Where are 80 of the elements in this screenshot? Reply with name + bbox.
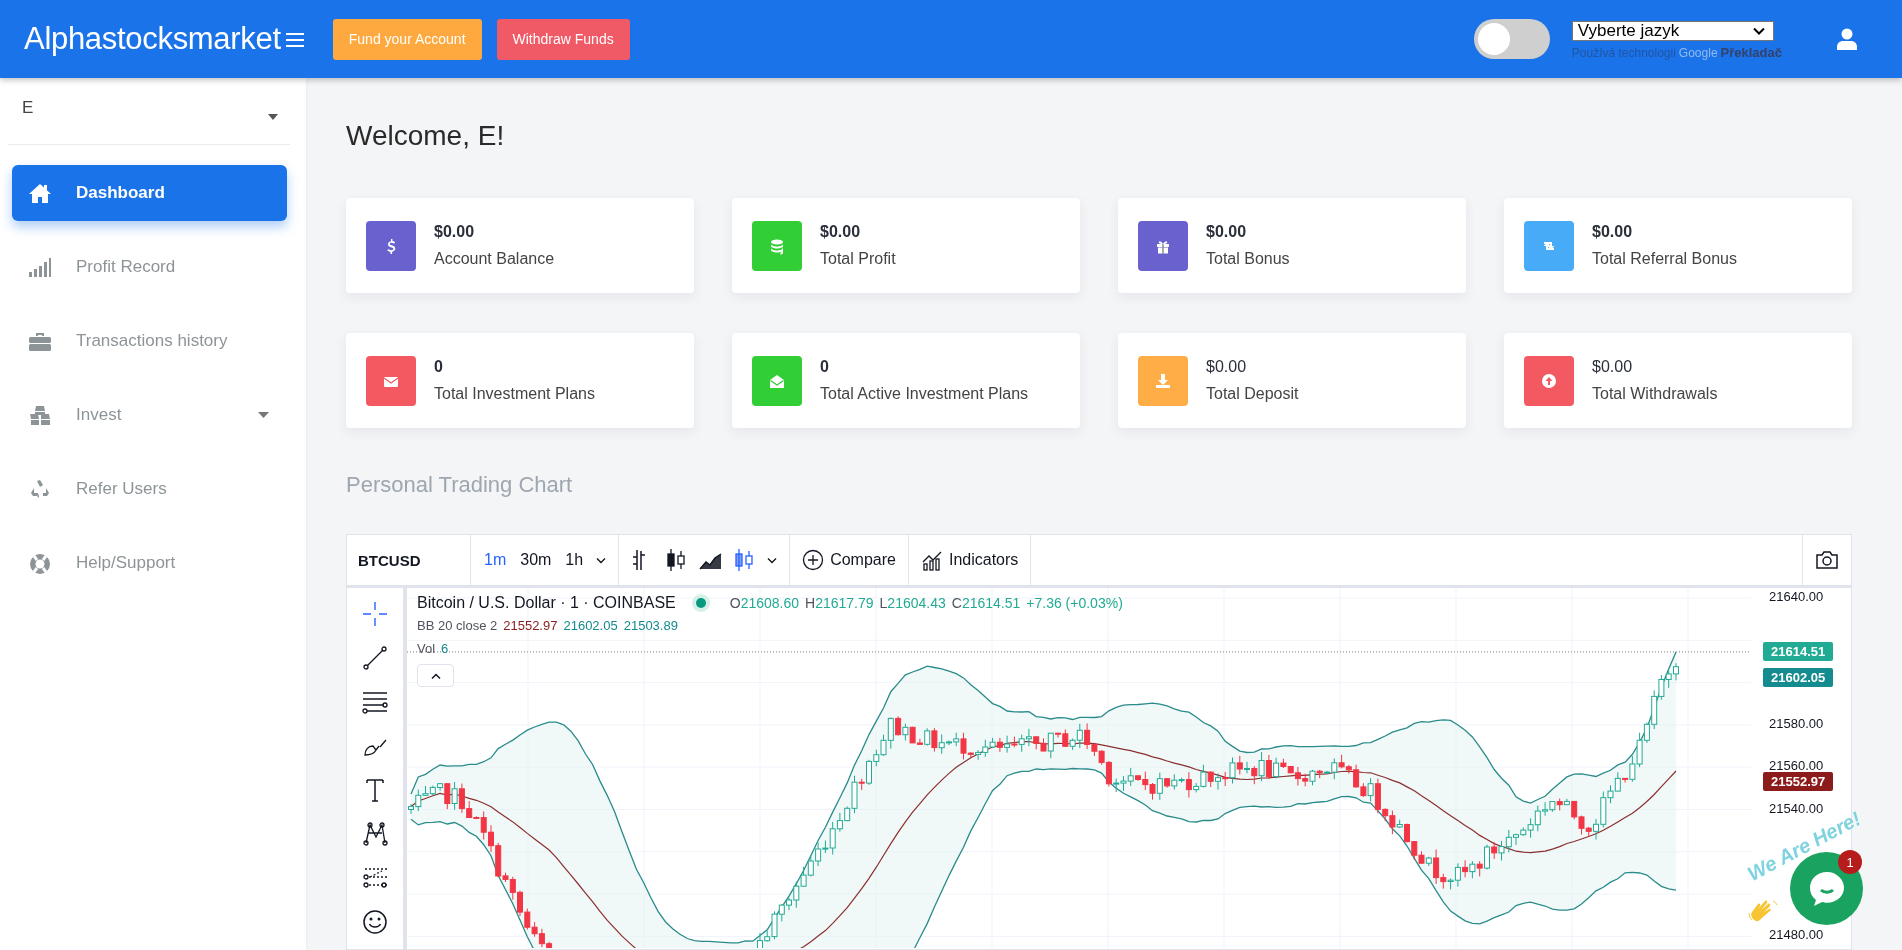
sidebar-item[interactable]: Profit Record [12,239,287,295]
price-tag: 21614.51 [1763,641,1834,661]
ohlc-value: O21608.60 [729,595,800,611]
cubes-icon [28,403,52,427]
horizontal-lines-icon[interactable] [362,689,388,715]
interval-button[interactable]: 1m [479,547,512,573]
price-change: +7.36 (+0.03%) [1026,595,1123,611]
section-heading: Personal Trading Chart [346,472,574,498]
volume-label: Vol [417,641,436,656]
signal-bars-icon [28,255,52,279]
symbol-search[interactable]: BTCUSD [347,535,471,585]
volume-value: 6 [441,641,449,656]
chart-title: Bitcoin / U.S. Dollar · 1 · COINBASE [417,594,676,612]
download-icon [1154,371,1172,390]
stat-value: $0.00 [820,223,862,241]
stat-value: $0.00 [1206,358,1248,376]
user-icon[interactable] [1836,28,1858,50]
stat-label: Total Deposit [1206,385,1299,403]
indicator-value: 21602.05 [563,618,618,633]
price-axis-label: 21540.00 [1769,800,1824,816]
welcome-heading: Welcome, E! [346,120,506,152]
sidebar-item[interactable]: Dashboard [12,165,287,221]
notification-badge: 1 [1838,850,1862,874]
stat-value: $0.00 [1592,223,1634,241]
chevron-down-icon[interactable] [767,556,778,564]
stat-value: 0 [820,358,830,376]
stat-label: Total Active Investment Plans [820,385,1029,403]
price-axis-label: 21480.00 [1769,927,1824,943]
camera-icon[interactable] [1802,535,1839,585]
compare-button[interactable]: Compare [790,535,909,585]
lifebuoy-icon [28,551,52,575]
stat-label: Total Investment Plans [434,385,595,403]
sidebar-item[interactable]: Refer Users [12,461,287,517]
stat-value: $0.00 [1206,223,1248,241]
ohlc-value: L21604.43 [879,595,946,611]
indicator-label: BB 20 close 2 [417,618,498,633]
google-logo-text: Google [1678,45,1718,60]
stat-value: $0.00 [1592,358,1634,376]
stat-label: Total Bonus [1206,250,1290,268]
sidebar-item[interactable]: Help/Support [12,535,287,591]
plus-circle-icon [802,549,825,571]
smiley-icon[interactable] [362,909,388,935]
price-axis-label: 21640.00 [1769,589,1824,604]
price-tag: 21602.05 [1763,668,1834,688]
chevron-down-icon [1752,26,1765,35]
stat-label: Total Referral Bonus [1592,250,1737,268]
translate-credit-text: Používá technologii [1571,45,1676,60]
stat-value: $0.00 [434,223,476,241]
logo-text: Alphastocksmarket [24,21,281,57]
ohlc-value: H21617.79 [805,595,874,611]
withdraw-button[interactable]: Withdraw Funds [496,18,630,60]
prediction-icon[interactable] [362,865,388,891]
sidebar-item[interactable]: Transactions history [12,313,287,369]
caret-down-icon[interactable] [268,114,278,120]
stat-label: Total Profit [820,250,896,268]
indicators-button[interactable]: Indicators [908,535,1032,585]
stat-label: Total Withdrawals [1592,385,1718,403]
chevron-down-icon[interactable] [596,556,607,564]
stat-label: Account Balance [434,250,555,268]
caret-up-icon [430,672,441,679]
indicator-value: 21552.97 [503,618,558,633]
pattern-icon[interactable] [362,821,388,847]
line-chart-icon [920,549,943,571]
ohlc-value: C21614.51 [951,595,1021,611]
sidebar-item[interactable]: Invest [12,387,287,443]
price-axis-label: 21580.00 [1769,715,1824,731]
crosshair-icon[interactable] [362,601,388,627]
house-icon [28,181,52,205]
menu-icon[interactable] [284,31,305,49]
user-name: E [22,98,34,118]
interval-button[interactable]: 1h [560,547,589,573]
trend-line-icon[interactable] [362,645,388,671]
language-select[interactable]: Vyberte jazyk [1571,20,1774,41]
price-tag: 21552.97 [1763,772,1834,792]
stat-value: 0 [434,358,444,376]
upload-icon [1540,371,1558,390]
price-axis-label: 21560.00 [1769,758,1824,774]
interval-button[interactable]: 30m [515,547,557,573]
indicator-value: 21503.89 [623,618,678,633]
theme-toggle[interactable] [1473,19,1550,59]
